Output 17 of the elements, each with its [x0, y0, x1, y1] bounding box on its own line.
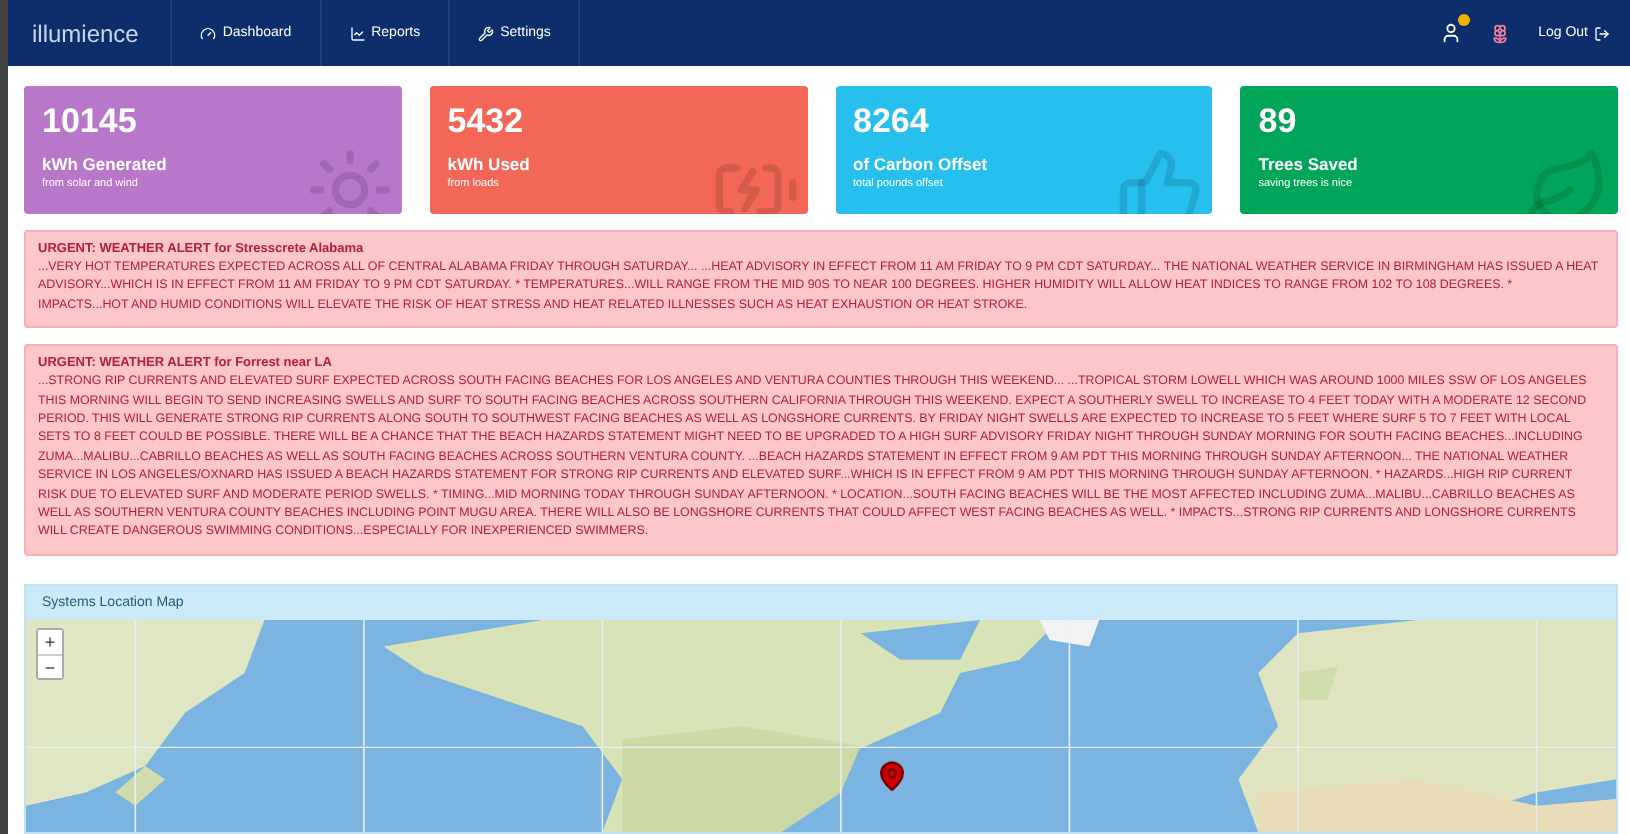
flower-icon[interactable] [1490, 23, 1511, 43]
stat-label: kWh Used [447, 154, 532, 174]
stat-label: kWh Generated [42, 154, 169, 174]
stat-value: 89 [1258, 102, 1299, 142]
brand-logo[interactable]: illumience [8, 0, 173, 66]
zoom-out-button[interactable]: − [38, 653, 62, 678]
chart-icon [349, 25, 366, 41]
stat-value: 10145 [42, 102, 139, 142]
logout-icon [1594, 25, 1610, 41]
wrench-icon [478, 25, 495, 41]
stat-label: Trees Saved [1258, 154, 1360, 174]
map-pin-icon[interactable] [876, 759, 908, 792]
stat-value: 8264 [853, 102, 931, 142]
stat-value: 5432 [447, 102, 526, 142]
sun-icon [305, 146, 394, 214]
gauge-icon [200, 25, 217, 41]
stat-label: of Carbon Offset [853, 154, 990, 174]
